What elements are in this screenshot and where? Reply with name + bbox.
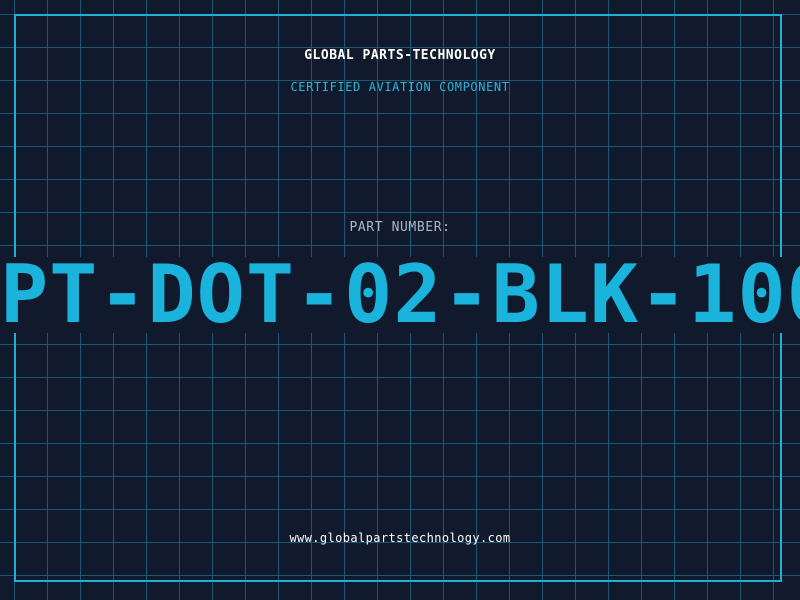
certification-subtitle: CERTIFIED AVIATION COMPONENT (290, 80, 510, 94)
part-number-value: PT-DOT-02-BLK-1000 (0, 257, 800, 333)
website-url: www.globalpartstechnology.com (289, 531, 511, 545)
certificate-frame: GLOBAL PARTS-TECHNOLOGY CERTIFIED AVIATI… (0, 0, 800, 600)
part-number-label: PART NUMBER: (349, 220, 451, 235)
company-name: GLOBAL PARTS-TECHNOLOGY (304, 48, 496, 63)
